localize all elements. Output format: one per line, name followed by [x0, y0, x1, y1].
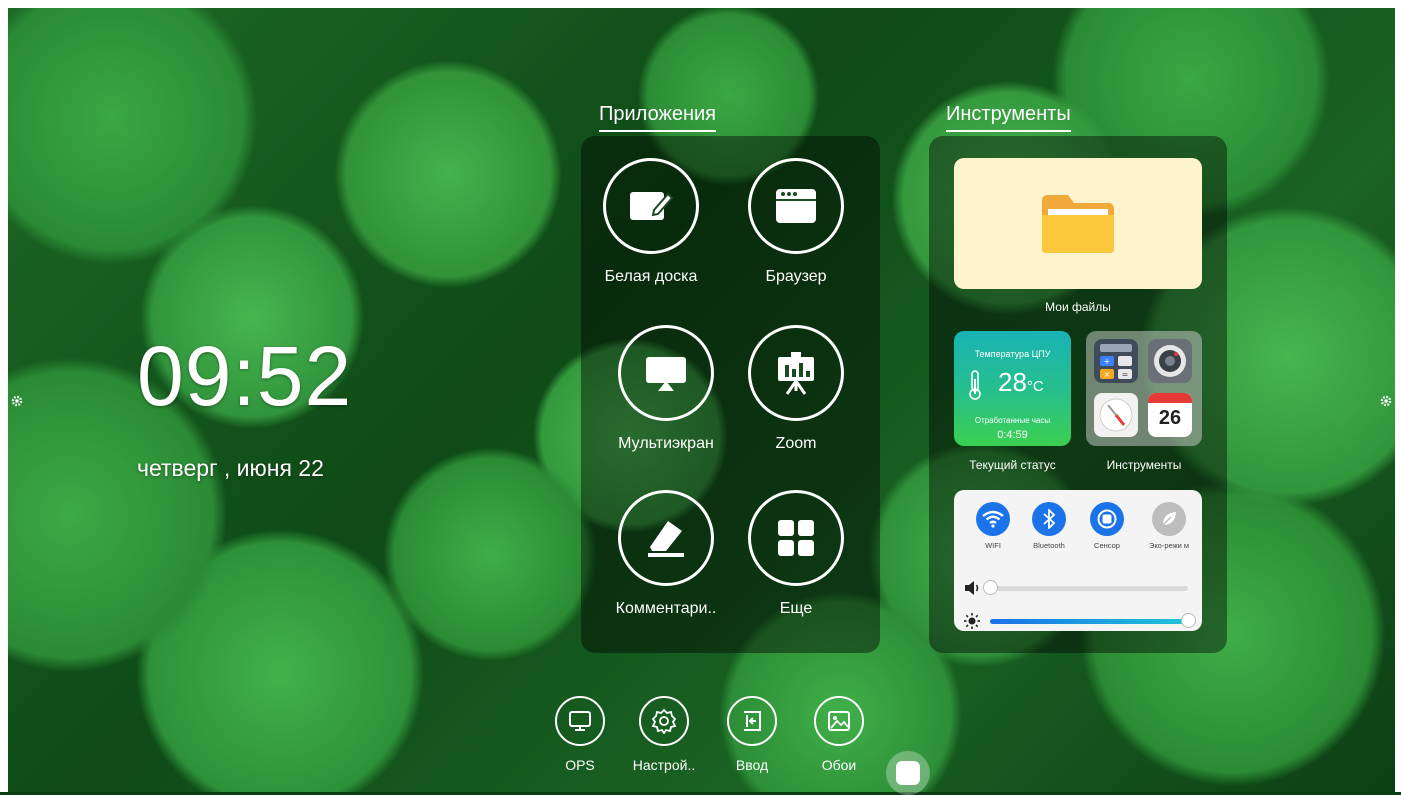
app-zoom[interactable]: Zoom [731, 325, 861, 453]
svg-text:×: × [1104, 370, 1111, 379]
touch-icon [1090, 502, 1124, 536]
dock-label: Ввод [735, 757, 769, 773]
screen-frame-right [1395, 0, 1401, 792]
svg-text:=: = [1122, 370, 1129, 379]
calculator-icon: + × = [1094, 339, 1138, 383]
svg-text:+: + [1104, 357, 1111, 366]
dock-settings[interactable]: Настрой.. [624, 696, 704, 773]
compass-icon [1094, 393, 1138, 437]
my-files-card[interactable] [954, 158, 1202, 289]
app-label: Комментари.. [615, 600, 717, 617]
app-label: Zoom [775, 435, 817, 452]
brightness-knob[interactable] [1181, 613, 1196, 628]
hours-value: 0:4:59 [997, 429, 1028, 441]
current-status-card[interactable]: Температура ЦПУ 28°C Отработанные часы 0… [954, 331, 1071, 446]
clock-date: четверг , июня 22 [137, 455, 324, 481]
eco-mode-toggle[interactable]: Эко-режи м [1144, 502, 1194, 551]
current-status-label: Текущий статус [969, 458, 1056, 472]
side-settings-icon[interactable] [1379, 394, 1393, 408]
whiteboard-icon [603, 158, 699, 254]
app-annotation[interactable]: Комментари.. [601, 490, 731, 618]
presentation-icon [748, 325, 844, 421]
camera-icon [1148, 339, 1192, 383]
dock-wallpaper[interactable]: Обои [799, 696, 879, 773]
input-icon [727, 696, 777, 746]
home-icon [896, 761, 920, 785]
wifi-icon [976, 502, 1010, 536]
browser-icon [748, 158, 844, 254]
grid-icon [748, 490, 844, 586]
hours-label: Отработанные часы [974, 416, 1051, 425]
bluetooth-toggle[interactable]: Bluetooth [1024, 502, 1074, 551]
app-multiscreen[interactable]: Мультиэкран [601, 325, 731, 453]
wifi-toggle[interactable]: WIFI [968, 502, 1018, 551]
dock-label: Настрой.. [632, 757, 696, 773]
volume-slider[interactable] [964, 580, 1196, 596]
brightness-icon [964, 613, 980, 629]
volume-icon [965, 581, 979, 595]
eraser-icon [618, 490, 714, 586]
cpu-temp-title: Температура ЦПУ [974, 349, 1051, 359]
tools-card[interactable]: + × = 26 [1086, 331, 1202, 446]
touch-toggle[interactable]: Сенсор [1082, 502, 1132, 551]
settings-icon [639, 696, 689, 746]
volume-knob[interactable] [983, 580, 998, 595]
bluetooth-icon [1032, 502, 1066, 536]
app-label: Белая доска [604, 268, 698, 285]
app-label: Браузер [765, 268, 827, 285]
brightness-slider[interactable] [964, 613, 1196, 629]
screen-frame-top [0, 0, 1401, 8]
dock-ops[interactable]: OPS [540, 696, 620, 773]
calendar-icon: 26 [1148, 393, 1192, 437]
folder-icon [1042, 194, 1114, 253]
my-files-label: Мои файлы [1045, 300, 1111, 314]
clock-time: 09:52 [137, 329, 353, 423]
tools-card-label: Инструменты [1106, 458, 1182, 472]
wallpaper-icon [814, 696, 864, 746]
app-label: Еще [779, 600, 813, 617]
side-settings-icon[interactable] [10, 394, 24, 408]
monitor-icon [555, 696, 605, 746]
app-whiteboard[interactable]: Белая доска [586, 158, 716, 286]
brightness-fill [990, 619, 1188, 624]
app-label: Мультиэкран [618, 435, 714, 452]
leaf-icon [1152, 502, 1186, 536]
apps-section-title: Приложения [599, 103, 717, 132]
dock-label: Обои [821, 757, 857, 773]
dock-label: OPS [565, 757, 595, 773]
app-more[interactable]: Еще [731, 490, 861, 618]
multiscreen-icon [618, 325, 714, 421]
brightness-track [990, 613, 1196, 628]
home-button[interactable] [886, 751, 930, 795]
app-browser[interactable]: Браузер [731, 158, 861, 286]
dock-input[interactable]: Ввод [712, 696, 792, 773]
volume-track [983, 580, 1188, 595]
screen-frame-left [0, 0, 8, 792]
quick-controls-card: WIFI Bluetooth Сенсор Эко-режи м [954, 490, 1202, 631]
tools-section-title: Инструменты [946, 103, 1071, 132]
cpu-temp-value: 28°C [998, 367, 1044, 397]
thermometer-icon [969, 370, 981, 400]
